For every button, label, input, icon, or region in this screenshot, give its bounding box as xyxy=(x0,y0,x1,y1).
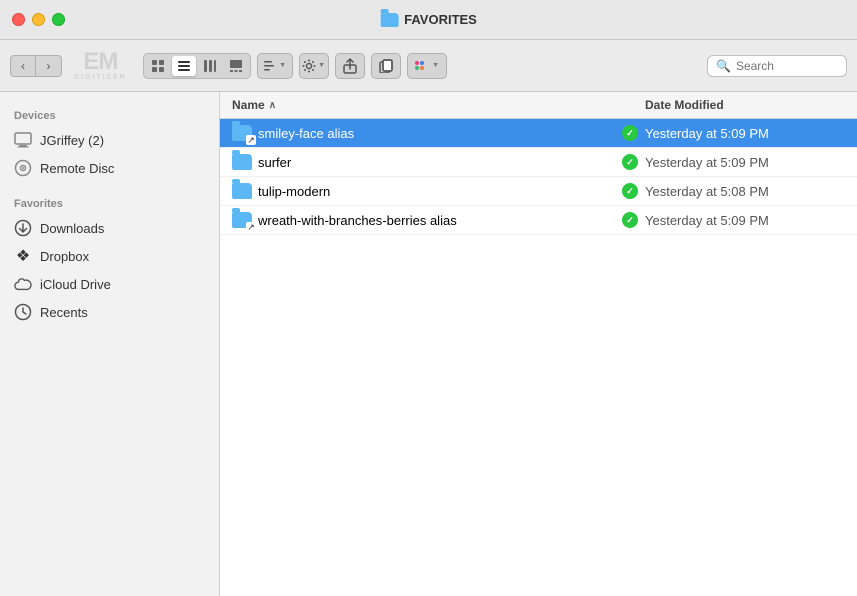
table-row[interactable]: wreath-with-branches-berries alias ✓ Yes… xyxy=(220,206,857,235)
sidebar-item-dropbox-label: Dropbox xyxy=(40,249,89,264)
file-status-cell: ✓ xyxy=(615,125,645,141)
file-name-cell: smiley-face alias xyxy=(232,125,615,141)
sidebar-item-icloud[interactable]: iCloud Drive xyxy=(0,270,219,298)
disc-icon xyxy=(14,159,32,177)
folder-icon xyxy=(232,154,252,170)
arrange-icon xyxy=(263,59,277,73)
table-row[interactable]: tulip-modern ✓ Yesterday at 5:08 PM xyxy=(220,177,857,206)
sidebar-gap xyxy=(0,182,219,190)
file-list: smiley-face alias ✓ Yesterday at 5:09 PM… xyxy=(220,119,857,596)
file-date-cell: Yesterday at 5:09 PM xyxy=(645,213,845,228)
downloads-icon xyxy=(14,219,32,237)
name-column-label: Name xyxy=(232,98,265,112)
sidebar: Devices JGriffey (2) Remote Disc xyxy=(0,92,220,596)
status-ok-icon: ✓ xyxy=(622,154,638,170)
share-button[interactable] xyxy=(335,53,365,79)
arrange-button[interactable] xyxy=(257,53,293,79)
sidebar-item-jgriffey[interactable]: JGriffey (2) xyxy=(0,126,219,154)
table-row[interactable]: smiley-face alias ✓ Yesterday at 5:09 PM xyxy=(220,119,857,148)
watermark-digitizer: DIGITIZER xyxy=(74,74,127,81)
close-button[interactable] xyxy=(12,13,25,26)
dropbox-icon: ❖ xyxy=(14,247,32,265)
action-button[interactable] xyxy=(299,53,329,79)
sidebar-item-recents-label: Recents xyxy=(40,305,88,320)
title-folder-icon xyxy=(380,13,398,27)
file-area: Name ∧ Date Modified smiley-face alias ✓… xyxy=(220,92,857,596)
column-view-button[interactable] xyxy=(198,56,222,76)
file-date-cell: Yesterday at 5:09 PM xyxy=(645,155,845,170)
search-icon: 🔍 xyxy=(716,59,731,73)
sidebar-item-dropbox[interactable]: ❖ Dropbox xyxy=(0,242,219,270)
sidebar-item-icloud-label: iCloud Drive xyxy=(40,277,111,292)
sidebar-section-devices: Devices xyxy=(0,102,219,126)
nav-buttons: ‹ › xyxy=(10,55,62,77)
computer-icon xyxy=(14,131,32,149)
list-view-icon xyxy=(177,59,191,73)
sidebar-section-favorites: Favorites xyxy=(0,190,219,214)
copy-button[interactable] xyxy=(371,53,401,79)
sidebar-item-jgriffey-label: JGriffey (2) xyxy=(40,133,104,148)
icon-view-button[interactable] xyxy=(146,56,170,76)
traffic-lights xyxy=(12,13,65,26)
window-title-area: FAVORITES xyxy=(380,12,477,27)
file-name-text: smiley-face alias xyxy=(258,126,354,141)
minimize-button[interactable] xyxy=(32,13,45,26)
watermark: EM DIGITIZER xyxy=(74,50,127,81)
date-column-header[interactable]: Date Modified xyxy=(645,98,845,112)
gear-icon xyxy=(302,59,316,73)
gallery-view-button[interactable] xyxy=(224,56,248,76)
sort-arrow: ∧ xyxy=(269,100,276,111)
watermark-em: EM xyxy=(83,50,117,74)
sidebar-item-remote-disc[interactable]: Remote Disc xyxy=(0,154,219,182)
file-status-cell: ✓ xyxy=(615,212,645,228)
file-name-text: wreath-with-branches-berries alias xyxy=(258,213,457,228)
folder-icon xyxy=(232,183,252,199)
sidebar-item-downloads[interactable]: Downloads xyxy=(0,214,219,242)
back-button[interactable]: ‹ xyxy=(10,55,36,77)
sidebar-item-remote-disc-label: Remote Disc xyxy=(40,161,114,176)
folder-alias-icon xyxy=(232,125,252,141)
file-name-cell: tulip-modern xyxy=(232,183,615,199)
file-name-cell: surfer xyxy=(232,154,615,170)
status-ok-icon: ✓ xyxy=(622,212,638,228)
title-bar: FAVORITES xyxy=(0,0,857,40)
forward-button[interactable]: › xyxy=(36,55,62,77)
column-view-icon xyxy=(203,59,217,73)
gallery-view-icon xyxy=(229,59,243,73)
column-headers: Name ∧ Date Modified xyxy=(220,92,857,119)
status-ok-icon: ✓ xyxy=(622,125,638,141)
icon-view-icon xyxy=(151,59,165,73)
name-column-header[interactable]: Name ∧ xyxy=(232,98,645,112)
view-buttons-group xyxy=(143,53,251,79)
window-title: FAVORITES xyxy=(404,12,477,27)
file-date-cell: Yesterday at 5:09 PM xyxy=(645,126,845,141)
copy-icon xyxy=(379,59,393,73)
file-status-cell: ✓ xyxy=(615,154,645,170)
file-name-text: surfer xyxy=(258,155,291,170)
main-content: Devices JGriffey (2) Remote Disc xyxy=(0,92,857,596)
file-date-cell: Yesterday at 5:08 PM xyxy=(645,184,845,199)
search-box[interactable]: 🔍 xyxy=(707,55,847,77)
list-view-button[interactable] xyxy=(172,56,196,76)
toolbar: ‹ › EM DIGITIZER xyxy=(0,40,857,92)
status-ok-icon: ✓ xyxy=(622,183,638,199)
tags-button[interactable] xyxy=(407,53,447,79)
share-icon xyxy=(343,58,357,74)
file-status-cell: ✓ xyxy=(615,183,645,199)
icloud-icon xyxy=(14,275,32,293)
file-name-cell: wreath-with-branches-berries alias xyxy=(232,212,615,228)
table-row[interactable]: surfer ✓ Yesterday at 5:09 PM xyxy=(220,148,857,177)
date-column-label: Date Modified xyxy=(645,98,724,112)
sidebar-item-downloads-label: Downloads xyxy=(40,221,104,236)
search-input[interactable] xyxy=(736,59,838,73)
sidebar-item-recents[interactable]: Recents xyxy=(0,298,219,326)
maximize-button[interactable] xyxy=(52,13,65,26)
recents-icon xyxy=(14,303,32,321)
tags-icon xyxy=(414,59,430,73)
folder-alias-icon xyxy=(232,212,252,228)
file-name-text: tulip-modern xyxy=(258,184,330,199)
